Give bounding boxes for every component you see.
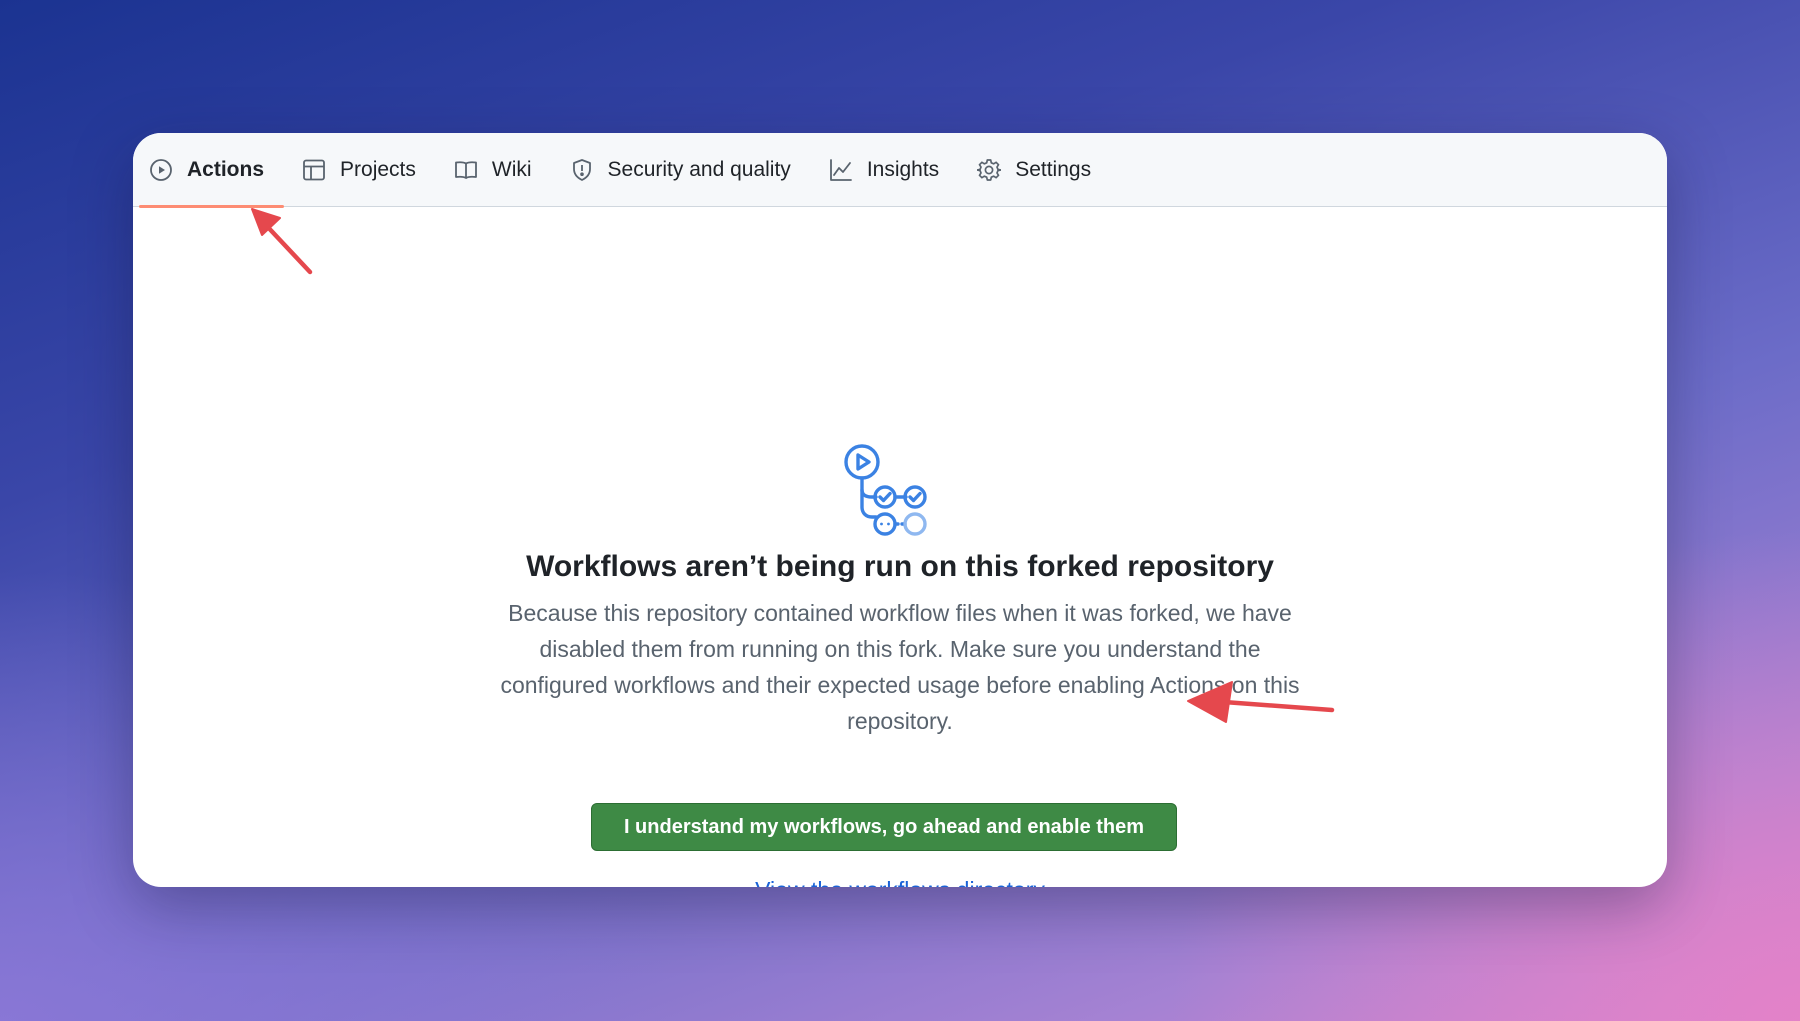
table-icon (302, 158, 326, 182)
tab-projects[interactable]: Projects (302, 133, 436, 207)
view-workflows-directory-link[interactable]: View the workflows directory (133, 877, 1667, 887)
notice-heading: Workflows aren’t being run on this forke… (526, 550, 1274, 583)
workflow-icon (840, 435, 960, 555)
shield-icon (570, 158, 594, 182)
tab-security-and-quality[interactable]: Security and quality (570, 133, 811, 207)
tab-label: Settings (1015, 157, 1092, 181)
gear-icon (977, 158, 1002, 182)
tab-wiki[interactable]: Wiki (454, 133, 552, 207)
tab-label: Security and quality (607, 157, 791, 181)
tab-label: Actions (187, 157, 265, 181)
repository-actions-panel: Actions Projects Wiki Security and quali… (133, 133, 1667, 887)
tab-actions[interactable]: Actions (138, 133, 285, 208)
tab-label: Insights (866, 157, 940, 181)
tab-settings[interactable]: Settings (977, 133, 1111, 207)
tab-label: Projects (340, 157, 416, 181)
tab-insights[interactable]: Insights (829, 133, 959, 207)
book-icon (454, 158, 478, 182)
play-icon (149, 158, 173, 182)
actions-disabled-notice: Workflows aren’t being run on this forke… (133, 208, 1667, 887)
tab-label: Wiki (491, 157, 532, 181)
repo-tab-bar: Actions Projects Wiki Security and quali… (133, 133, 1667, 208)
enable-workflows-button[interactable]: I understand my workflows, go ahead and … (591, 803, 1177, 851)
graph-icon (829, 158, 853, 182)
notice-description: Because this repository contained workfl… (500, 600, 1300, 734)
